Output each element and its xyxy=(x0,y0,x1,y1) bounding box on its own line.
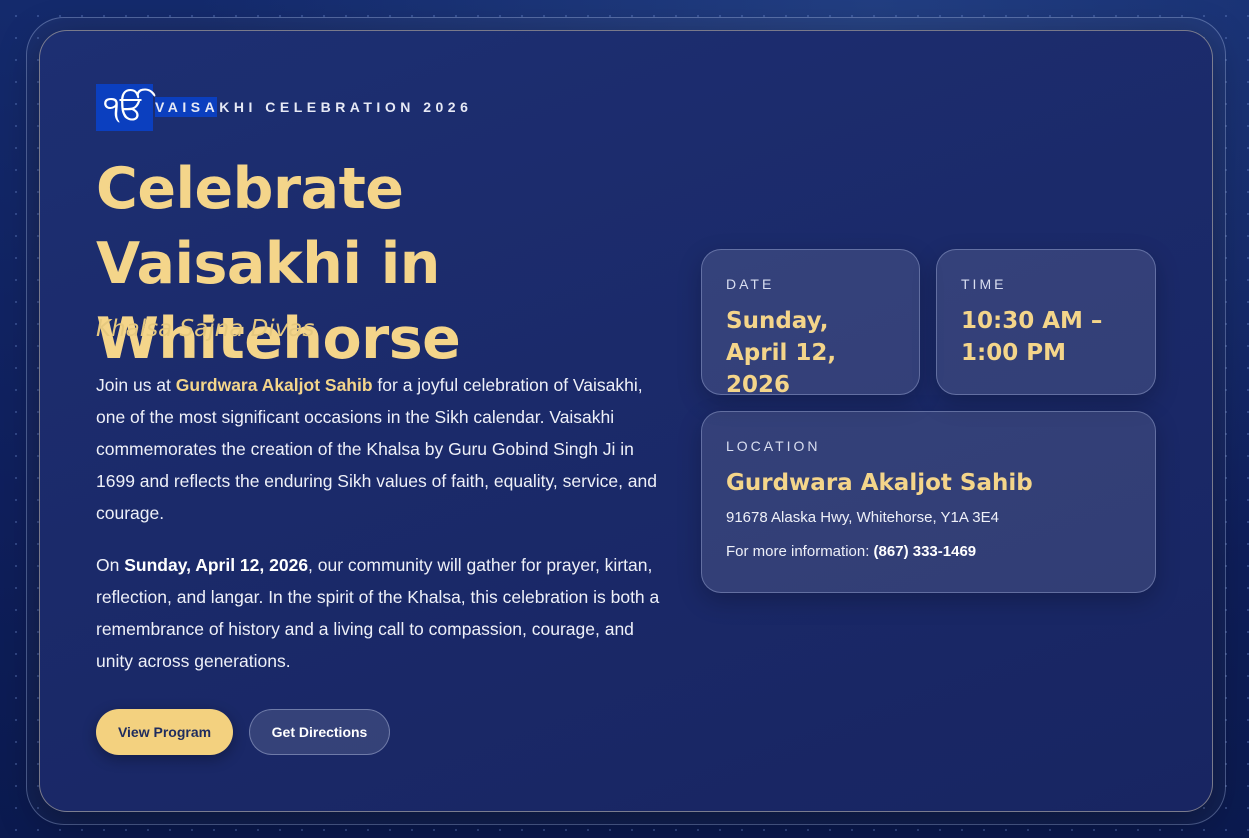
location-label: LOCATION xyxy=(726,438,821,454)
more-info-label: For more information: xyxy=(726,543,874,560)
time-value: 10:30 AM – 1:00 PM xyxy=(961,308,1103,366)
page-title: Celebrate Vaisakhi in Whitehorse xyxy=(96,156,461,372)
more-info: For more information: (867) 333-1469 xyxy=(726,543,1131,560)
get-directions-button[interactable]: Get Directions xyxy=(249,709,390,755)
page-subtitle: Khalsa Sajna Divas xyxy=(96,316,315,342)
location-name: Gurdwara Akaljot Sahib xyxy=(726,470,1033,496)
eyebrow-text: VAISAKHI CELEBRATION 2026 xyxy=(155,96,473,117)
date-label: DATE xyxy=(726,276,775,292)
location-address: 91678 Alaska Hwy, Whitehorse, Y1A 3E4 xyxy=(726,509,999,526)
emblem-glyph: ੴ xyxy=(103,87,146,128)
event-date-highlight: Sunday, April 12, 2026 xyxy=(124,555,309,575)
view-program-button[interactable]: View Program xyxy=(96,709,233,755)
time-card: TIME 10:30 AM – 1:00 PM xyxy=(936,249,1156,395)
intro-text: for a joyful celebration of Vaisakhi, on… xyxy=(96,375,657,523)
intro-text: Join us at xyxy=(96,375,176,395)
ik-onkar-icon: ੴ xyxy=(96,84,153,131)
location-card: LOCATION Gurdwara Akaljot Sahib 91678 Al… xyxy=(701,411,1156,593)
date-value: Sunday, April 12, 2026 xyxy=(726,308,837,398)
eyebrow: ੴ VAISAKHI CELEBRATION 2026 xyxy=(96,84,473,131)
date-card: DATE Sunday, April 12, 2026 xyxy=(701,249,920,398)
intro-paragraph-1: Join us at Gurdwara Akaljot Sahib for a … xyxy=(96,369,666,529)
phone-number[interactable]: (867) 333-1469 xyxy=(874,543,977,560)
gurdwara-name-highlight: Gurdwara Akaljot Sahib xyxy=(175,375,373,395)
time-label: TIME xyxy=(961,276,1007,292)
intro-text: On xyxy=(96,555,125,575)
intro-paragraph-2: On Sunday, April 12, 2026, our community… xyxy=(96,549,666,677)
